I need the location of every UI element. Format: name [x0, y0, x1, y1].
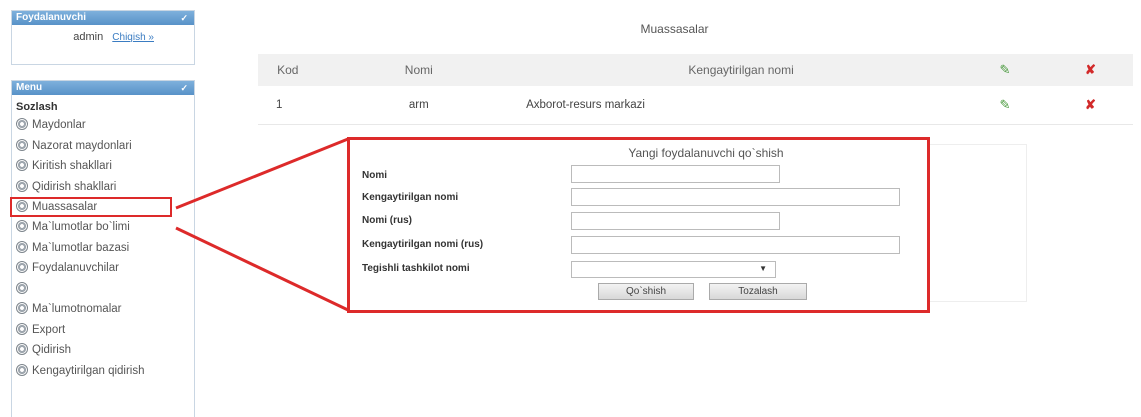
menu-item-label: Maydonlar [32, 119, 86, 131]
menu-section-title: Sozlash [16, 101, 58, 113]
menu-item-label: Qidirish shakllari [32, 180, 117, 193]
collapse-icon[interactable]: ✓ [180, 11, 188, 25]
nomi-field[interactable] [571, 165, 780, 183]
kengaytirilgan-nomi-field[interactable] [571, 188, 900, 206]
column-header-edit: ✎ [962, 54, 1048, 86]
menu-item-label: Muassasalar [32, 201, 98, 213]
menu-item-label: Ma`lumotnomalar [32, 303, 122, 315]
menu-item-empty[interactable] [12, 279, 194, 300]
tashkilot-select[interactable]: ▼ [571, 261, 776, 278]
add-button[interactable]: Qo`shish [598, 283, 694, 300]
menu-item-label: Foydalanuvchilar [32, 262, 119, 274]
label-nomi: Nomi [362, 170, 387, 181]
column-header-nomi[interactable]: Nomi [317, 54, 521, 86]
column-header-kod[interactable]: Kod [258, 54, 318, 86]
table-row: 1 arm Axborot-resurs markazi ✎ ✘ [258, 86, 1133, 125]
logout-link[interactable]: Chiqish » [112, 32, 154, 43]
menu-item-malumotlar-bazasi[interactable]: Ma`lumotlar bazasi [12, 238, 194, 259]
menu-item-qidirish[interactable]: Qidirish [12, 340, 194, 361]
label-tashkilot: Tegishli tashkilot nomi [362, 263, 470, 274]
cell-kod: 1 [258, 86, 318, 125]
nomi-rus-field[interactable] [571, 212, 780, 230]
menu-item-kiritish-shakllari[interactable]: Kiritish shakllari [12, 156, 194, 177]
menu-item-label: Ma`lumotlar bazasi [32, 241, 130, 254]
gear-icon [16, 281, 28, 294]
menu-item-nazorat-maydonlari[interactable]: Nazorat maydonlari [12, 136, 194, 157]
menu-panel: Menu ✓ Sozlash Maydonlar Nazorat maydonl… [10, 80, 195, 417]
column-header-delete: ✘ [1047, 54, 1133, 86]
callout-line-top [175, 137, 349, 210]
menu-item-label: Qidirish [32, 344, 71, 356]
menu-item-qidirish-shakllari[interactable]: Qidirish shakllari [12, 177, 194, 198]
gear-icon [16, 220, 28, 232]
collapse-icon[interactable]: ✓ [180, 81, 188, 95]
user-panel-header: Foydalanuvchi ✓ [12, 11, 194, 25]
clear-button[interactable]: Tozalash [709, 283, 807, 300]
user-panel: Foydalanuvchi ✓ admin Chiqish » [11, 10, 195, 65]
menu-item-label: Ma`lumotlar bo`limi [32, 221, 130, 233]
label-kengaytirilgan-rus: Kengaytirilgan nomi (rus) [362, 239, 484, 250]
edit-pencil-icon: ✎ [999, 62, 1011, 77]
menu-item-label: Nazorat maydonlari [32, 139, 132, 152]
cell-kengaytirilgan: Axborot-resurs markazi [520, 86, 962, 125]
gear-icon [16, 322, 28, 335]
callout-line-bottom [175, 226, 349, 312]
gear-icon [16, 343, 28, 355]
label-nomi-rus: Nomi (rus) [362, 215, 412, 226]
gear-icon [16, 159, 28, 171]
chevron-down-icon: ▼ [759, 264, 767, 273]
username: admin [73, 31, 104, 43]
gear-icon [16, 179, 28, 192]
menu-panel-header: Menu ✓ [12, 81, 194, 95]
form-title: Yangi foydalanuvchi qo`shish [628, 146, 784, 160]
column-header-kengaytirilgan[interactable]: Kengaytirilgan nomi [520, 54, 962, 86]
institutions-section: Muassasalar Kod Nomi Kengaytirilgan nomi… [208, 20, 1141, 125]
user-row: admin Chiqish » [12, 25, 194, 43]
edit-pencil-icon[interactable]: ✎ [1000, 97, 1011, 113]
gear-icon [16, 118, 28, 130]
gear-icon [16, 261, 28, 273]
menu-item-foydalanuvchilar[interactable]: Foydalanuvchilar [12, 258, 194, 279]
institutions-table: Kod Nomi Kengaytirilgan nomi ✎ ✘ 1 arm A… [258, 54, 1133, 125]
menu-item-label: Export [32, 323, 66, 336]
menu-item-malumotlar-bolimi[interactable]: Ma`lumotlar bo`limi [12, 217, 194, 238]
table-header-row: Kod Nomi Kengaytirilgan nomi ✎ ✘ [258, 54, 1133, 86]
label-kengaytirilgan: Kengaytirilgan nomi [362, 192, 459, 203]
gear-icon [16, 138, 28, 151]
menu-item-export[interactable]: Export [12, 320, 194, 341]
menu-item-muassasalar[interactable]: Muassasalar [10, 197, 172, 217]
menu-panel-title: Menu [16, 82, 43, 93]
kengaytirilgan-nomi-rus-field[interactable] [571, 236, 900, 254]
delete-x-icon[interactable]: ✘ [1085, 97, 1096, 113]
gear-icon [16, 302, 28, 314]
delete-x-icon: ✘ [1085, 62, 1096, 77]
menu-list: Maydonlar Nazorat maydonlari Kiritish sh… [10, 115, 194, 382]
menu-item-label: Kiritish shakllari [32, 160, 112, 172]
cell-nomi: arm [317, 86, 521, 125]
gear-icon [16, 200, 28, 212]
menu-item-malumotnomalar[interactable]: Ma`lumotnomalar [12, 299, 194, 320]
user-panel-title: Foydalanuvchi [16, 12, 87, 23]
gear-icon [16, 240, 28, 253]
gear-icon [16, 363, 28, 376]
menu-item-kengaytirilgan-qidirish[interactable]: Kengaytirilgan qidirish [12, 361, 194, 382]
menu-item-label: Kengaytirilgan qidirish [32, 364, 145, 377]
menu-item-maydonlar[interactable]: Maydonlar [12, 115, 194, 136]
page-title: Muassasalar [640, 22, 709, 36]
